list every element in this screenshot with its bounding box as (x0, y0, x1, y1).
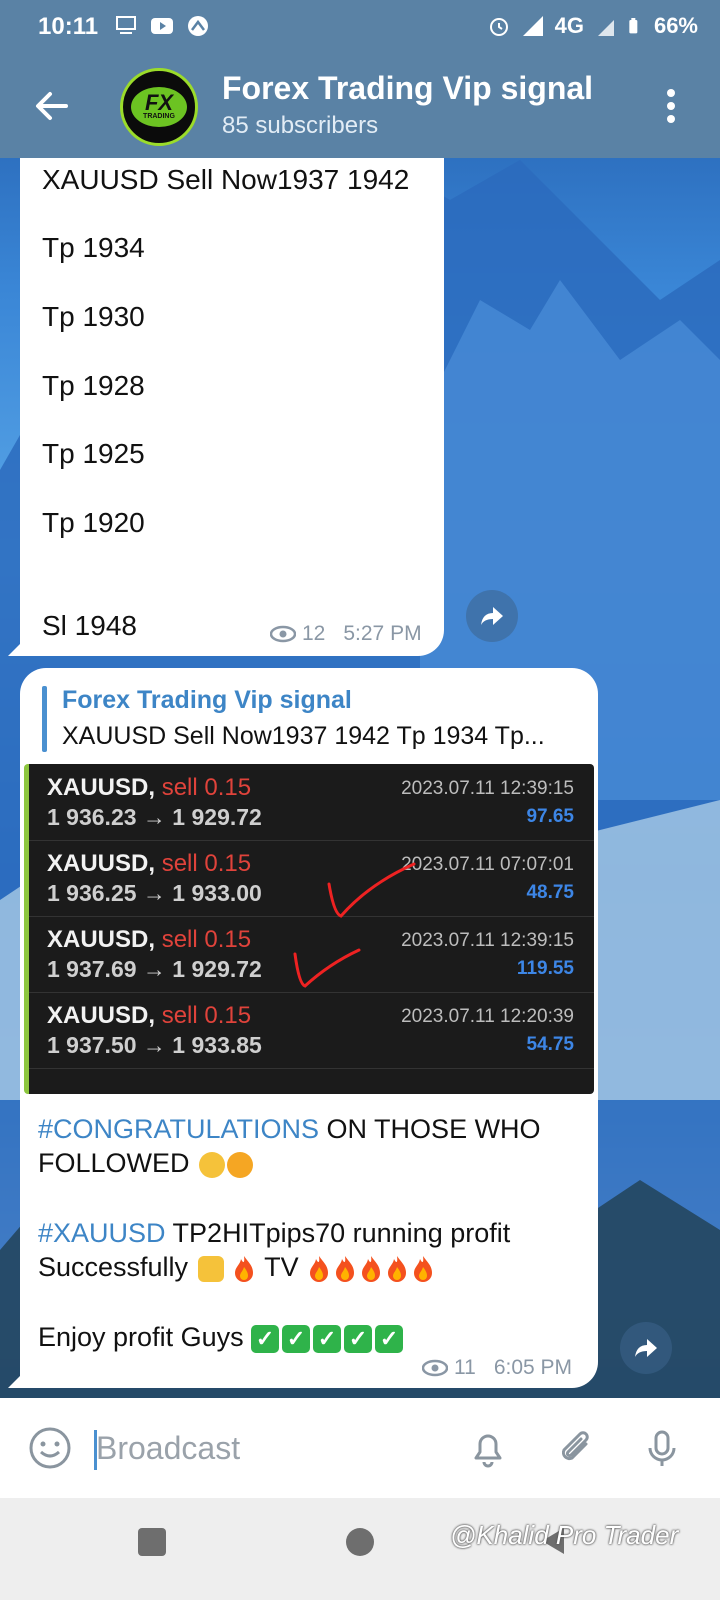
recent-apps-button[interactable] (138, 1528, 166, 1556)
check-mark-emoji-icon: ✓ (375, 1324, 404, 1353)
attach-icon[interactable] (552, 1424, 600, 1472)
emoji-icon[interactable] (26, 1424, 74, 1472)
watermark-text: @Khalid Pro Trader (450, 1520, 679, 1550)
battery-level: 66% (653, 13, 698, 38)
bell-icon[interactable] (464, 1424, 512, 1472)
message-line: Tp 1934 (42, 232, 145, 263)
trade-screenshot[interactable]: XAUUSD, sell 0.15 1 936.23 → 1 929.72 20… (24, 764, 594, 1094)
channel-avatar[interactable]: FX TRADING (120, 68, 198, 146)
subscriber-count: 85 subscribers (222, 112, 379, 139)
fire-emoji-icon (388, 1255, 407, 1282)
signal-icon (522, 16, 543, 36)
fire-emoji-icon (362, 1255, 381, 1282)
message-meta: 11 6:05 PM (422, 1356, 572, 1380)
avatar-text: FX (144, 90, 174, 115)
share-icon (481, 607, 503, 625)
status-bar: 10:11 4G 66% (0, 0, 720, 54)
more-options-icon[interactable] (666, 88, 676, 124)
clap-emoji-icon (199, 1151, 226, 1178)
message-text: #XAUUSD TP2HITpips70 running profit Succ… (38, 1216, 598, 1284)
message-text-part: Enjoy profit Guys (38, 1322, 252, 1352)
message-time: 6:05 PM (493, 1356, 573, 1379)
message-text-part: Successfully (38, 1252, 196, 1282)
channel-title[interactable]: Forex Trading Vip signal (222, 70, 593, 107)
share-icon (635, 1339, 657, 1357)
message-text-part: TV (257, 1252, 299, 1282)
check-mark-emoji-icon: ✓ (282, 1324, 311, 1353)
back-arrow-icon[interactable] (30, 84, 74, 128)
fire-emoji-icon (336, 1255, 355, 1282)
app-icon (188, 16, 208, 36)
home-button[interactable] (346, 1528, 374, 1556)
message-meta: 12 5:27 PM (270, 622, 422, 646)
view-count: 11 (454, 1356, 476, 1379)
message-text: #CONGRATULATIONS ON THOSE WHO FOLLOWED (38, 1112, 578, 1180)
share-button[interactable] (620, 1322, 672, 1374)
notification-icon (116, 16, 136, 34)
hashtag-link[interactable]: #XAUUSD (38, 1218, 166, 1248)
message-text-part: TP2HITpips70 running profit (165, 1218, 511, 1248)
alarm-icon (489, 18, 508, 36)
views-icon (270, 625, 296, 643)
views-icon (422, 1359, 448, 1377)
message-text: Enjoy profit Guys ✓ ✓ ✓ ✓ ✓ (38, 1320, 598, 1354)
battery-icon (629, 18, 638, 34)
forwarded-preview[interactable]: XAUUSD Sell Now1937 1942 Tp 1934 Tp... (62, 722, 545, 751)
message-time: 5:27 PM (343, 622, 422, 645)
fire-emoji-icon (414, 1255, 433, 1282)
hashtag-link[interactable]: #CONGRATULATIONS (38, 1114, 319, 1144)
broadcast-input[interactable]: Broadcast (96, 1430, 240, 1467)
clock: 10:11 (38, 13, 99, 40)
forward-bar (42, 686, 47, 752)
check-mark-emoji-icon: ✓ (251, 1324, 280, 1353)
view-count: 12 (302, 622, 326, 645)
message-bubble[interactable]: XAUUSD Sell Now1937 1942 Tp 1934 Tp 1930… (8, 150, 444, 656)
forwarded-from[interactable]: Forex Trading Vip signal (62, 686, 352, 715)
message-line: Tp 1920 (42, 507, 145, 538)
thumbs-up-emoji-icon (197, 1255, 224, 1282)
message-line: Sl 1948 (42, 610, 137, 641)
message-line: XAUUSD Sell Now1937 1942 (42, 164, 410, 195)
network-type: 4G (554, 13, 584, 38)
avatar-subtext: TRADING (143, 113, 175, 120)
fire-emoji-icon (235, 1255, 254, 1282)
party-face-emoji-icon (227, 1151, 254, 1178)
check-mark-emoji-icon: ✓ (313, 1324, 342, 1353)
system-navigation-bar: @Khalid Pro Trader (0, 1498, 720, 1600)
message-line: Tp 1925 (42, 438, 145, 469)
message-bubble[interactable]: Forex Trading Vip signal XAUUSD Sell Now… (8, 668, 598, 1388)
fire-emoji-icon (310, 1255, 329, 1282)
signal-bars-icon (597, 20, 614, 36)
message-line: Tp 1928 (42, 370, 145, 401)
youtube-icon (151, 18, 173, 34)
check-mark-emoji-icon: ✓ (344, 1324, 373, 1353)
microphone-icon[interactable] (638, 1424, 686, 1472)
share-button[interactable] (466, 590, 518, 642)
checkmark-annotations (293, 862, 416, 988)
message-line: Tp 1930 (42, 301, 145, 332)
chat-header: FX TRADING Forex Trading Vip signal 85 s… (0, 54, 720, 158)
message-input-bar: Broadcast (0, 1398, 720, 1498)
